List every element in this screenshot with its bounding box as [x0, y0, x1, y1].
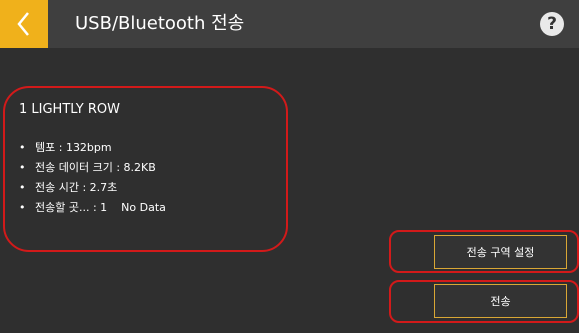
detail-data-size: • 전송 데이터 크기 : 8.2KB [19, 161, 156, 174]
detail-destination: • 전송할 곳... : 1 No Data [19, 201, 166, 214]
detail-tempo: • 템포 : 132bpm [19, 141, 112, 154]
song-info-panel: 1 LIGHTLY ROW • 템포 : 132bpm • 전송 데이터 크기 : … [3, 86, 288, 252]
chevron-left-icon [17, 12, 29, 36]
song-details-list: • 템포 : 132bpm • 전송 데이터 크기 : 8.2KB • 전송 시간 :… [19, 138, 166, 218]
back-button[interactable] [0, 0, 48, 48]
detail-transfer-time: • 전송 시간 : 2.7초 [19, 181, 118, 194]
header-bar: USB/Bluetooth 전송 ? [0, 0, 579, 48]
page-title: USB/Bluetooth 전송 [75, 13, 245, 34]
song-title: 1 LIGHTLY ROW [19, 102, 120, 117]
help-button[interactable]: ? [540, 12, 564, 36]
question-icon: ? [547, 14, 557, 34]
transfer-button[interactable]: 전송 [434, 284, 567, 318]
transfer-range-button[interactable]: 전송 구역 설정 [434, 235, 567, 269]
